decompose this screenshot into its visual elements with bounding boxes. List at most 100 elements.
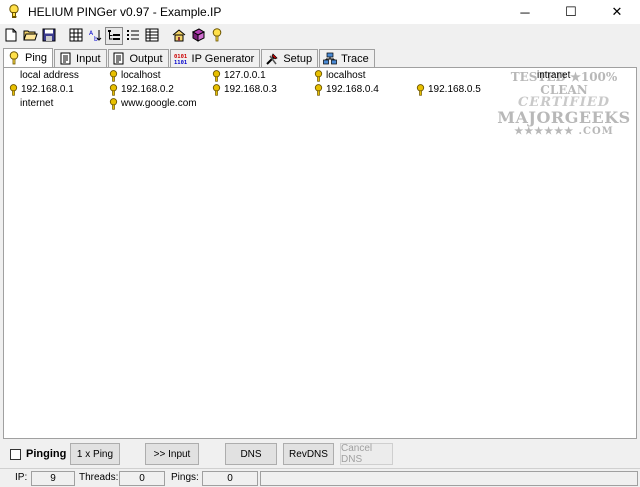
save-icon bbox=[42, 28, 56, 45]
table-view-button[interactable] bbox=[143, 27, 161, 45]
host-cell[interactable]: 192.168.0.5 bbox=[416, 83, 481, 96]
host-label: localhost bbox=[326, 70, 366, 81]
help-button[interactable] bbox=[208, 27, 226, 45]
host-label: 192.168.0.4 bbox=[326, 84, 379, 95]
tab-ping-label: Ping bbox=[25, 52, 48, 64]
host-label: localhost bbox=[121, 70, 161, 81]
window-title: HELIUM PINGer v0.97 - Example.IP bbox=[28, 5, 222, 19]
tab-trace[interactable]: Trace bbox=[319, 49, 375, 67]
threads-value: 0 bbox=[119, 471, 165, 486]
tab-setup[interactable]: Setup bbox=[261, 49, 319, 67]
host-cell[interactable]: localhost bbox=[314, 69, 365, 82]
tree-view-button[interactable] bbox=[105, 27, 123, 45]
tab-trace-label: Trace bbox=[341, 52, 369, 65]
ping-status-key-icon bbox=[416, 83, 425, 96]
list-view-icon bbox=[126, 28, 140, 45]
to-input-button[interactable]: >> Input bbox=[145, 443, 199, 465]
tab-setup-label: Setup bbox=[283, 52, 313, 65]
host-label: www.google.com bbox=[121, 98, 197, 109]
book-button[interactable] bbox=[189, 27, 207, 45]
watermark-line-3: MAJORGEEKS bbox=[497, 107, 631, 127]
ping-once-button[interactable]: 1 x Ping bbox=[70, 443, 120, 465]
host-cell[interactable]: 192.168.0.3 bbox=[212, 83, 277, 96]
ping-status-key-icon bbox=[9, 83, 18, 96]
table-view-icon bbox=[145, 28, 159, 45]
tab-input[interactable]: Input bbox=[54, 49, 107, 67]
ip-count-value: 9 bbox=[31, 471, 75, 486]
ping-status-key-icon bbox=[314, 69, 323, 82]
ping-status-key-icon bbox=[212, 69, 221, 82]
ping-status-key-icon bbox=[109, 69, 118, 82]
tab-ip-generator[interactable]: 0101 1101 IP Generator bbox=[169, 49, 261, 67]
ping-status-key-icon bbox=[109, 83, 118, 96]
rev-dns-button[interactable]: RevDNS bbox=[283, 443, 334, 465]
tools-icon bbox=[265, 52, 279, 66]
ip-count-label: IP: bbox=[15, 472, 28, 483]
binary-icon: 0101 1101 bbox=[174, 52, 188, 66]
host-label: 192.168.0.5 bbox=[428, 84, 481, 95]
status-message bbox=[260, 471, 638, 486]
home-icon bbox=[172, 28, 186, 45]
ping-status-key-icon bbox=[109, 97, 118, 110]
maximize-button[interactable]: ☐ bbox=[548, 0, 594, 24]
open-file-button[interactable] bbox=[21, 27, 39, 45]
book-icon bbox=[191, 27, 206, 45]
toolbar: Ab bbox=[0, 26, 640, 46]
dns-button[interactable]: DNS bbox=[225, 443, 277, 465]
host-cell[interactable]: www.google.com bbox=[109, 97, 197, 110]
tab-ping[interactable]: Ping bbox=[3, 48, 54, 67]
threads-label: Threads: bbox=[79, 472, 119, 483]
host-label: 192.168.0.2 bbox=[121, 84, 174, 95]
host-cell[interactable]: 127.0.0.1 bbox=[212, 69, 266, 82]
ping-status-key-icon bbox=[212, 83, 221, 96]
ping-host-grid[interactable]: TESTED ★100% CLEAN CERTIFIED MAJORGEEKS … bbox=[3, 67, 637, 439]
help-icon bbox=[212, 27, 222, 45]
tab-ip-generator-label: IP Generator bbox=[191, 52, 255, 65]
host-cell[interactable]: local address bbox=[20, 69, 79, 82]
minimize-button[interactable]: ─ bbox=[502, 0, 548, 24]
input-doc-icon bbox=[58, 52, 72, 66]
host-label: 127.0.0.1 bbox=[224, 70, 266, 81]
network-icon bbox=[323, 52, 337, 66]
tab-input-label: Input bbox=[76, 52, 101, 65]
sort-icon: Ab bbox=[88, 28, 102, 45]
tab-strip: Ping Input Output 0101 1101 IP Generator … bbox=[0, 48, 640, 67]
host-label: 192.168.0.3 bbox=[224, 84, 277, 95]
app-icon bbox=[6, 4, 22, 20]
new-file-button[interactable] bbox=[2, 27, 20, 45]
list-view-button[interactable] bbox=[124, 27, 142, 45]
host-cell[interactable]: 192.168.0.2 bbox=[109, 83, 174, 96]
close-button[interactable]: ✕ bbox=[594, 0, 640, 24]
output-doc-icon bbox=[112, 52, 126, 66]
title-bar: HELIUM PINGer v0.97 - Example.IP ─ ☐ ✕ bbox=[0, 0, 640, 24]
home-button[interactable] bbox=[170, 27, 188, 45]
host-label: internet bbox=[20, 98, 54, 109]
open-icon bbox=[22, 28, 38, 45]
host-label: local address bbox=[20, 70, 79, 81]
host-label: intranet bbox=[537, 70, 571, 81]
ping-status-key-icon bbox=[314, 83, 323, 96]
cancel-dns-button[interactable]: Cancel DNS bbox=[340, 443, 393, 465]
host-cell[interactable]: intranet bbox=[537, 69, 570, 82]
grid-view-button[interactable] bbox=[67, 27, 85, 45]
new-icon bbox=[4, 28, 18, 45]
tab-output[interactable]: Output bbox=[107, 49, 169, 67]
pings-value: 0 bbox=[202, 471, 258, 486]
save-file-button[interactable] bbox=[40, 27, 58, 45]
tree-view-icon bbox=[107, 28, 121, 45]
pings-label: Pings: bbox=[171, 472, 199, 483]
grid-view-icon bbox=[69, 28, 83, 45]
command-bar: Pinging 1 x Ping >> Input DNS RevDNS Can… bbox=[0, 441, 640, 467]
host-label: 192.168.0.1 bbox=[21, 84, 74, 95]
host-cell[interactable]: 192.168.0.4 bbox=[314, 83, 379, 96]
host-cell[interactable]: 192.168.0.1 bbox=[9, 83, 74, 96]
sort-button[interactable]: Ab bbox=[86, 27, 104, 45]
ping-key-icon bbox=[7, 51, 21, 65]
pinging-label: Pinging bbox=[26, 448, 67, 460]
status-bar: IP: 9 Threads: 0 Pings: 0 bbox=[0, 468, 640, 487]
watermark-line-4: ★★★★★★ .COM bbox=[514, 125, 614, 137]
host-cell[interactable]: localhost bbox=[109, 69, 160, 82]
host-cell[interactable]: internet bbox=[20, 97, 53, 110]
svg-text:1101: 1101 bbox=[174, 60, 188, 65]
pinging-checkbox[interactable] bbox=[10, 449, 21, 460]
